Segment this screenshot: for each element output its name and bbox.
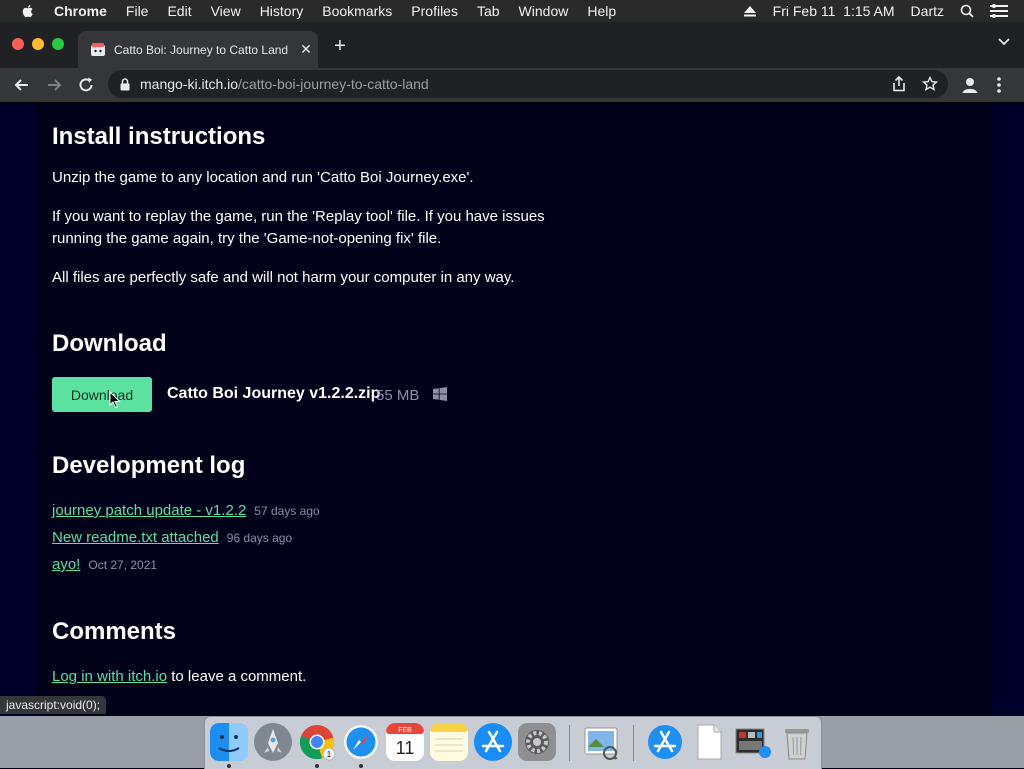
system-preferences-icon[interactable] [518,723,556,761]
back-arrow-icon[interactable] [12,75,32,95]
menu-app-name[interactable]: Chrome [54,3,107,19]
forward-arrow-icon[interactable] [44,75,64,95]
safari-icon[interactable] [342,723,380,761]
finder-running-indicator [227,764,231,768]
menu-edit[interactable]: Edit [167,3,191,19]
chrome-icon[interactable]: 1 [298,723,336,761]
menu-bar-clock[interactable]: Fri Feb 11 1:15 AM [773,3,895,19]
menu-bookmarks[interactable]: Bookmarks [322,3,392,19]
download-file-name: Catto Boi Journey v1.2.2.zip [167,385,381,402]
spotlight-search-icon[interactable] [960,4,974,18]
devlog-entry-link[interactable]: New readme.txt attached [52,529,219,546]
devlog-entry-date: 96 days ago [226,531,293,545]
devlog-entry: New readme.txt attached 96 days ago [52,529,292,547]
browser-tab-active[interactable]: Catto Boi: Journey to Catto Land ✕ [78,31,318,68]
devlog-entry: ayo! Oct 27, 2021 [52,556,157,574]
menu-bar-status-area: Fri Feb 11 1:15 AM Dartz [743,0,1024,22]
profile-avatar-icon[interactable] [960,75,980,95]
download-heading: Download [52,330,167,357]
app-store-icon[interactable] [474,723,512,761]
login-prompt-suffix: to leave a comment. [167,668,307,685]
menu-file[interactable]: File [126,3,149,19]
download-file-size: 55 MB [376,387,420,404]
mouse-cursor-icon [109,391,121,409]
launchpad-icon[interactable] [254,723,292,761]
window-minimize-button[interactable] [32,38,44,50]
chrome-running-indicator [315,764,319,768]
finder-icon[interactable] [210,723,248,761]
install-paragraph-3: All files are perfectly safe and will no… [52,269,515,286]
url-host: mango-ki.itch.io [140,76,239,92]
devlog-entry-link[interactable]: journey patch update - v1.2.2 [52,502,246,519]
login-with-itch-link[interactable]: Log in with itch.io [52,668,167,685]
dock-separator [569,725,570,761]
browser-toolbar: mango-ki.itch.io/catto-boi-journey-to-ca… [0,68,1024,103]
downloads-stack-icon[interactable] [734,723,772,761]
more-options-icon[interactable] [996,76,1002,94]
menu-profiles[interactable]: Profiles [411,3,458,19]
eject-icon[interactable] [743,5,757,17]
applications-folder-icon[interactable] [646,723,684,761]
window-zoom-button[interactable] [52,38,64,50]
windows-icon [433,387,447,401]
calendar-icon[interactable]: FEB 11 [386,723,424,761]
browser-tab-strip: Catto Boi: Journey to Catto Land ✕ + [0,22,1024,68]
share-icon[interactable] [892,76,906,92]
web-page-viewport: Install instructions Unzip the game to a… [0,103,1024,716]
notes-icon[interactable] [430,723,468,761]
comments-heading: Comments [52,618,177,645]
menu-help[interactable]: Help [587,3,616,19]
reload-icon[interactable] [76,75,96,95]
install-instructions-heading: Install instructions [52,123,266,150]
chrome-badge: 1 [327,750,332,759]
lock-icon[interactable] [120,77,130,91]
preview-icon[interactable] [582,723,620,761]
devlog-entry-link[interactable]: ayo! [52,556,80,573]
menu-history[interactable]: History [260,3,304,19]
calendar-day: 11 [396,738,415,758]
menu-view[interactable]: View [211,3,241,19]
safari-running-indicator [359,764,363,768]
menu-tab[interactable]: Tab [477,3,500,19]
address-bar[interactable]: mango-ki.itch.io/catto-boi-journey-to-ca… [108,70,948,98]
devlog-entry-date: 57 days ago [254,504,320,518]
menu-bar-user[interactable]: Dartz [911,3,944,19]
calendar-month: FEB [398,727,412,734]
control-center-icon[interactable] [990,4,1008,18]
itch-page-body: Install instructions Unzip the game to a… [36,103,992,716]
new-tab-button[interactable]: + [330,36,350,56]
document-icon[interactable] [690,723,728,761]
bookmark-star-icon[interactable] [922,76,938,92]
window-close-button[interactable] [12,38,24,50]
apple-icon[interactable] [20,3,36,19]
devlog-entry-date: Oct 27, 2021 [88,558,158,572]
macos-menu-bar: Chrome File Edit View History Bookmarks … [0,0,1024,22]
comments-login-prompt: Log in with itch.io to leave a comment. [52,666,592,688]
link-status-bubble: javascript:void(0); [0,696,107,714]
install-paragraph-1: Unzip the game to any location and run '… [52,169,474,186]
install-paragraph-2: If you want to replay the game, run the … [52,208,545,247]
itch-favicon-icon [91,42,105,56]
tab-search-chevron-icon[interactable] [998,38,1010,46]
url-path: /catto-boi-journey-to-catto-land [238,76,429,92]
download-button[interactable]: Download [52,377,152,412]
trash-icon[interactable] [778,723,816,761]
devlog-entry: journey patch update - v1.2.2 57 days ago [52,502,320,520]
tab-close-icon[interactable]: ✕ [294,41,318,58]
menu-window[interactable]: Window [519,3,569,19]
dock-separator [633,725,634,761]
development-log-heading: Development log [52,452,246,479]
macos-dock: 1 FEB 11 [204,716,822,769]
tab-title: Catto Boi: Journey to Catto Land [114,42,289,57]
